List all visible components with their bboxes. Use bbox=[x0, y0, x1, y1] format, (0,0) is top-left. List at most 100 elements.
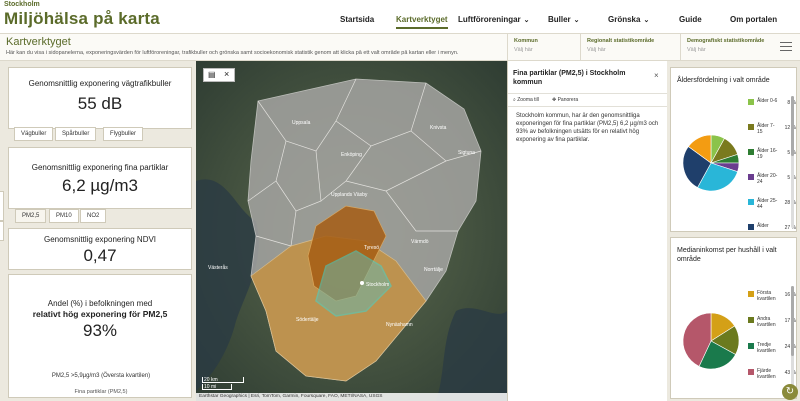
filter-placeholder: Välj här bbox=[587, 47, 606, 53]
menu-icon[interactable] bbox=[778, 39, 794, 55]
legend-value: 12 % bbox=[784, 125, 796, 131]
filter-regionalt[interactable]: Regionalt statistikområde Välj här bbox=[580, 34, 680, 61]
share-card: Andel (%) i befolkningen med relativt hö… bbox=[8, 274, 192, 398]
nav-label: Buller bbox=[548, 15, 571, 24]
legend-label: Ålder 0-6 bbox=[757, 98, 778, 104]
share-footer: Fina partiklar (PM2,5) bbox=[74, 389, 128, 395]
legend-swatch bbox=[748, 343, 754, 349]
legend-label: Ålder 16-19 bbox=[757, 148, 778, 160]
share-value: 93% bbox=[82, 321, 118, 340]
legend-label: Ålder 25-44 bbox=[757, 198, 778, 210]
tab-pm25[interactable]: PM2,5 bbox=[15, 209, 47, 223]
header: Stockholm Miljöhälsa på karta Startsida … bbox=[0, 0, 800, 33]
panel-edge bbox=[0, 191, 4, 221]
filter-label: Kommun bbox=[514, 38, 538, 44]
map-label: Sigtuna bbox=[458, 150, 475, 156]
legend-value: 17 % bbox=[784, 318, 796, 324]
map-label: Knivsta bbox=[430, 125, 447, 131]
brand-subtitle: Stockholm bbox=[4, 1, 40, 8]
refresh-button[interactable]: ↻ bbox=[782, 384, 798, 400]
map-label: Enköping bbox=[341, 152, 362, 158]
tab-no2[interactable]: NO2 bbox=[80, 209, 107, 223]
nav-buller[interactable]: Buller ⌄ bbox=[548, 15, 580, 24]
noise-title: Genomsnittlig exponering vägtrafikbuller bbox=[28, 79, 172, 88]
page-description: Här kan du visa i sidopanelerna, exponer… bbox=[6, 50, 459, 56]
map-canvas[interactable]: Uppsala Enköping Knivsta Sigtuna Uppland… bbox=[196, 61, 507, 401]
popup-body: Stockholm kommun, har är den genomsnittl… bbox=[516, 113, 659, 143]
nav-luftfororeningar[interactable]: Luftföroreningar ⌄ bbox=[458, 15, 530, 24]
legend-swatch bbox=[748, 174, 754, 180]
main-nav: Startsida Kartverktyget Luftföroreningar… bbox=[330, 0, 800, 33]
popup-actions: ⌕ Zooma till ✥ Panorera bbox=[508, 93, 668, 107]
legend-swatch bbox=[748, 224, 754, 230]
legend-value: 24 % bbox=[784, 344, 796, 350]
share-note: PM2,5 >5,9µg/m3 (Översta kvartilen) bbox=[51, 373, 151, 379]
scrollbar[interactable] bbox=[791, 286, 794, 392]
legend-label: Första kvartilen bbox=[757, 290, 776, 302]
map-label: Tyresö bbox=[364, 245, 379, 251]
nav-gronska[interactable]: Grönska ⌄ bbox=[608, 15, 649, 24]
map-view[interactable]: Uppsala Enköping Knivsta Sigtuna Uppland… bbox=[196, 61, 507, 401]
layers-icon[interactable]: ▤ bbox=[208, 70, 216, 79]
legend-label: Andra kvartilen bbox=[757, 316, 776, 328]
nav-label: Luftföroreningar bbox=[458, 15, 521, 24]
legend-swatch bbox=[748, 291, 754, 297]
close-icon[interactable]: × bbox=[224, 69, 229, 79]
map-label: Värmdö bbox=[411, 239, 429, 245]
tool-header: Kartverktyget Här kan du visa i sidopane… bbox=[0, 33, 800, 61]
pm-title: Genomsnittlig exponering fina partiklar bbox=[31, 163, 169, 172]
tab-pm10[interactable]: PM10 bbox=[49, 209, 79, 223]
pm-card: Genomsnittlig exponering fina partiklar … bbox=[8, 147, 192, 209]
pan-label: Panorera bbox=[557, 97, 579, 103]
panel-edge bbox=[0, 221, 4, 241]
tab-vagbuller[interactable]: Vägbuller bbox=[14, 127, 54, 141]
filter-demografiskt[interactable]: Demografiskt statistikområde Välj här bbox=[680, 34, 776, 61]
legend-swatch bbox=[748, 149, 754, 155]
income-title: Medianinkomst per hushåll i valt område bbox=[677, 247, 777, 263]
legend-label: Ålder 20-24 bbox=[757, 173, 778, 185]
nav-om-portalen[interactable]: Om portalen bbox=[730, 15, 777, 24]
map-attribution[interactable]: Earthstar Geographics | Esri, TomTom, Ga… bbox=[196, 393, 507, 401]
right-panel: Åldersfördelning i valt område Ålder 0-6… bbox=[667, 61, 800, 401]
pan-button[interactable]: ✥ Panorera bbox=[552, 97, 578, 103]
filter-kommun[interactable]: Kommun Välj här bbox=[507, 34, 580, 61]
legend-label: Fjärde kvartilen bbox=[757, 368, 776, 380]
popup-title: Fina partiklar (PM2,5) i Stockholm kommu… bbox=[513, 70, 626, 86]
legend-value: 27 % bbox=[784, 225, 796, 231]
legend-value: 5 % bbox=[787, 175, 796, 181]
zoom-to-button[interactable]: ⌕ Zooma till bbox=[513, 97, 539, 103]
city-marker bbox=[360, 281, 364, 285]
filter-placeholder: Välj här bbox=[687, 47, 706, 53]
age-title: Åldersfördelning i valt område bbox=[677, 77, 770, 84]
legend-swatch bbox=[748, 317, 754, 323]
filter-label: Regionalt statistikområde bbox=[587, 38, 655, 44]
nav-kartverktyget[interactable]: Kartverktyget bbox=[396, 15, 448, 29]
legend-value: 43 % bbox=[784, 370, 796, 376]
map-label: Upplands Väsby bbox=[331, 192, 368, 198]
legend-swatch bbox=[748, 99, 754, 105]
feature-popup: Fina partiklar (PM2,5) i Stockholm kommu… bbox=[507, 61, 668, 401]
scroll-thumb[interactable] bbox=[791, 286, 794, 356]
filter-label: Demografiskt statistikområde bbox=[687, 38, 765, 44]
page-title: Kartverktyget bbox=[6, 36, 71, 48]
nav-label: Grönska bbox=[608, 15, 641, 24]
scrollbar[interactable] bbox=[791, 96, 794, 228]
nav-guide[interactable]: Guide bbox=[679, 15, 702, 24]
nav-startsida[interactable]: Startsida bbox=[340, 15, 374, 24]
map-tools: ▤ × bbox=[203, 68, 235, 82]
income-pie-chart bbox=[682, 312, 740, 370]
noise-value: 55 dB bbox=[77, 94, 123, 113]
legend-label: Tredje kvartilen bbox=[757, 342, 776, 354]
chevron-down-icon: ⌄ bbox=[643, 17, 650, 24]
ndvi-title: Genomsnittlig exponering NDVI bbox=[43, 235, 157, 244]
close-icon[interactable]: × bbox=[654, 71, 659, 80]
brand-title[interactable]: Miljöhälsa på karta bbox=[4, 9, 160, 29]
pm-value: 6,2 µg/m3 bbox=[62, 176, 138, 195]
tab-sparbuller[interactable]: Spårbuller bbox=[55, 127, 97, 141]
scale-km: 20 km bbox=[204, 377, 218, 383]
map-label: Nynäshamn bbox=[386, 322, 413, 328]
age-card: Åldersfördelning i valt område Ålder 0-6… bbox=[670, 67, 797, 232]
chevron-down-icon: ⌄ bbox=[523, 17, 530, 24]
scroll-thumb[interactable] bbox=[791, 96, 794, 156]
tab-flygbuller[interactable]: Flygbuller bbox=[103, 127, 144, 141]
